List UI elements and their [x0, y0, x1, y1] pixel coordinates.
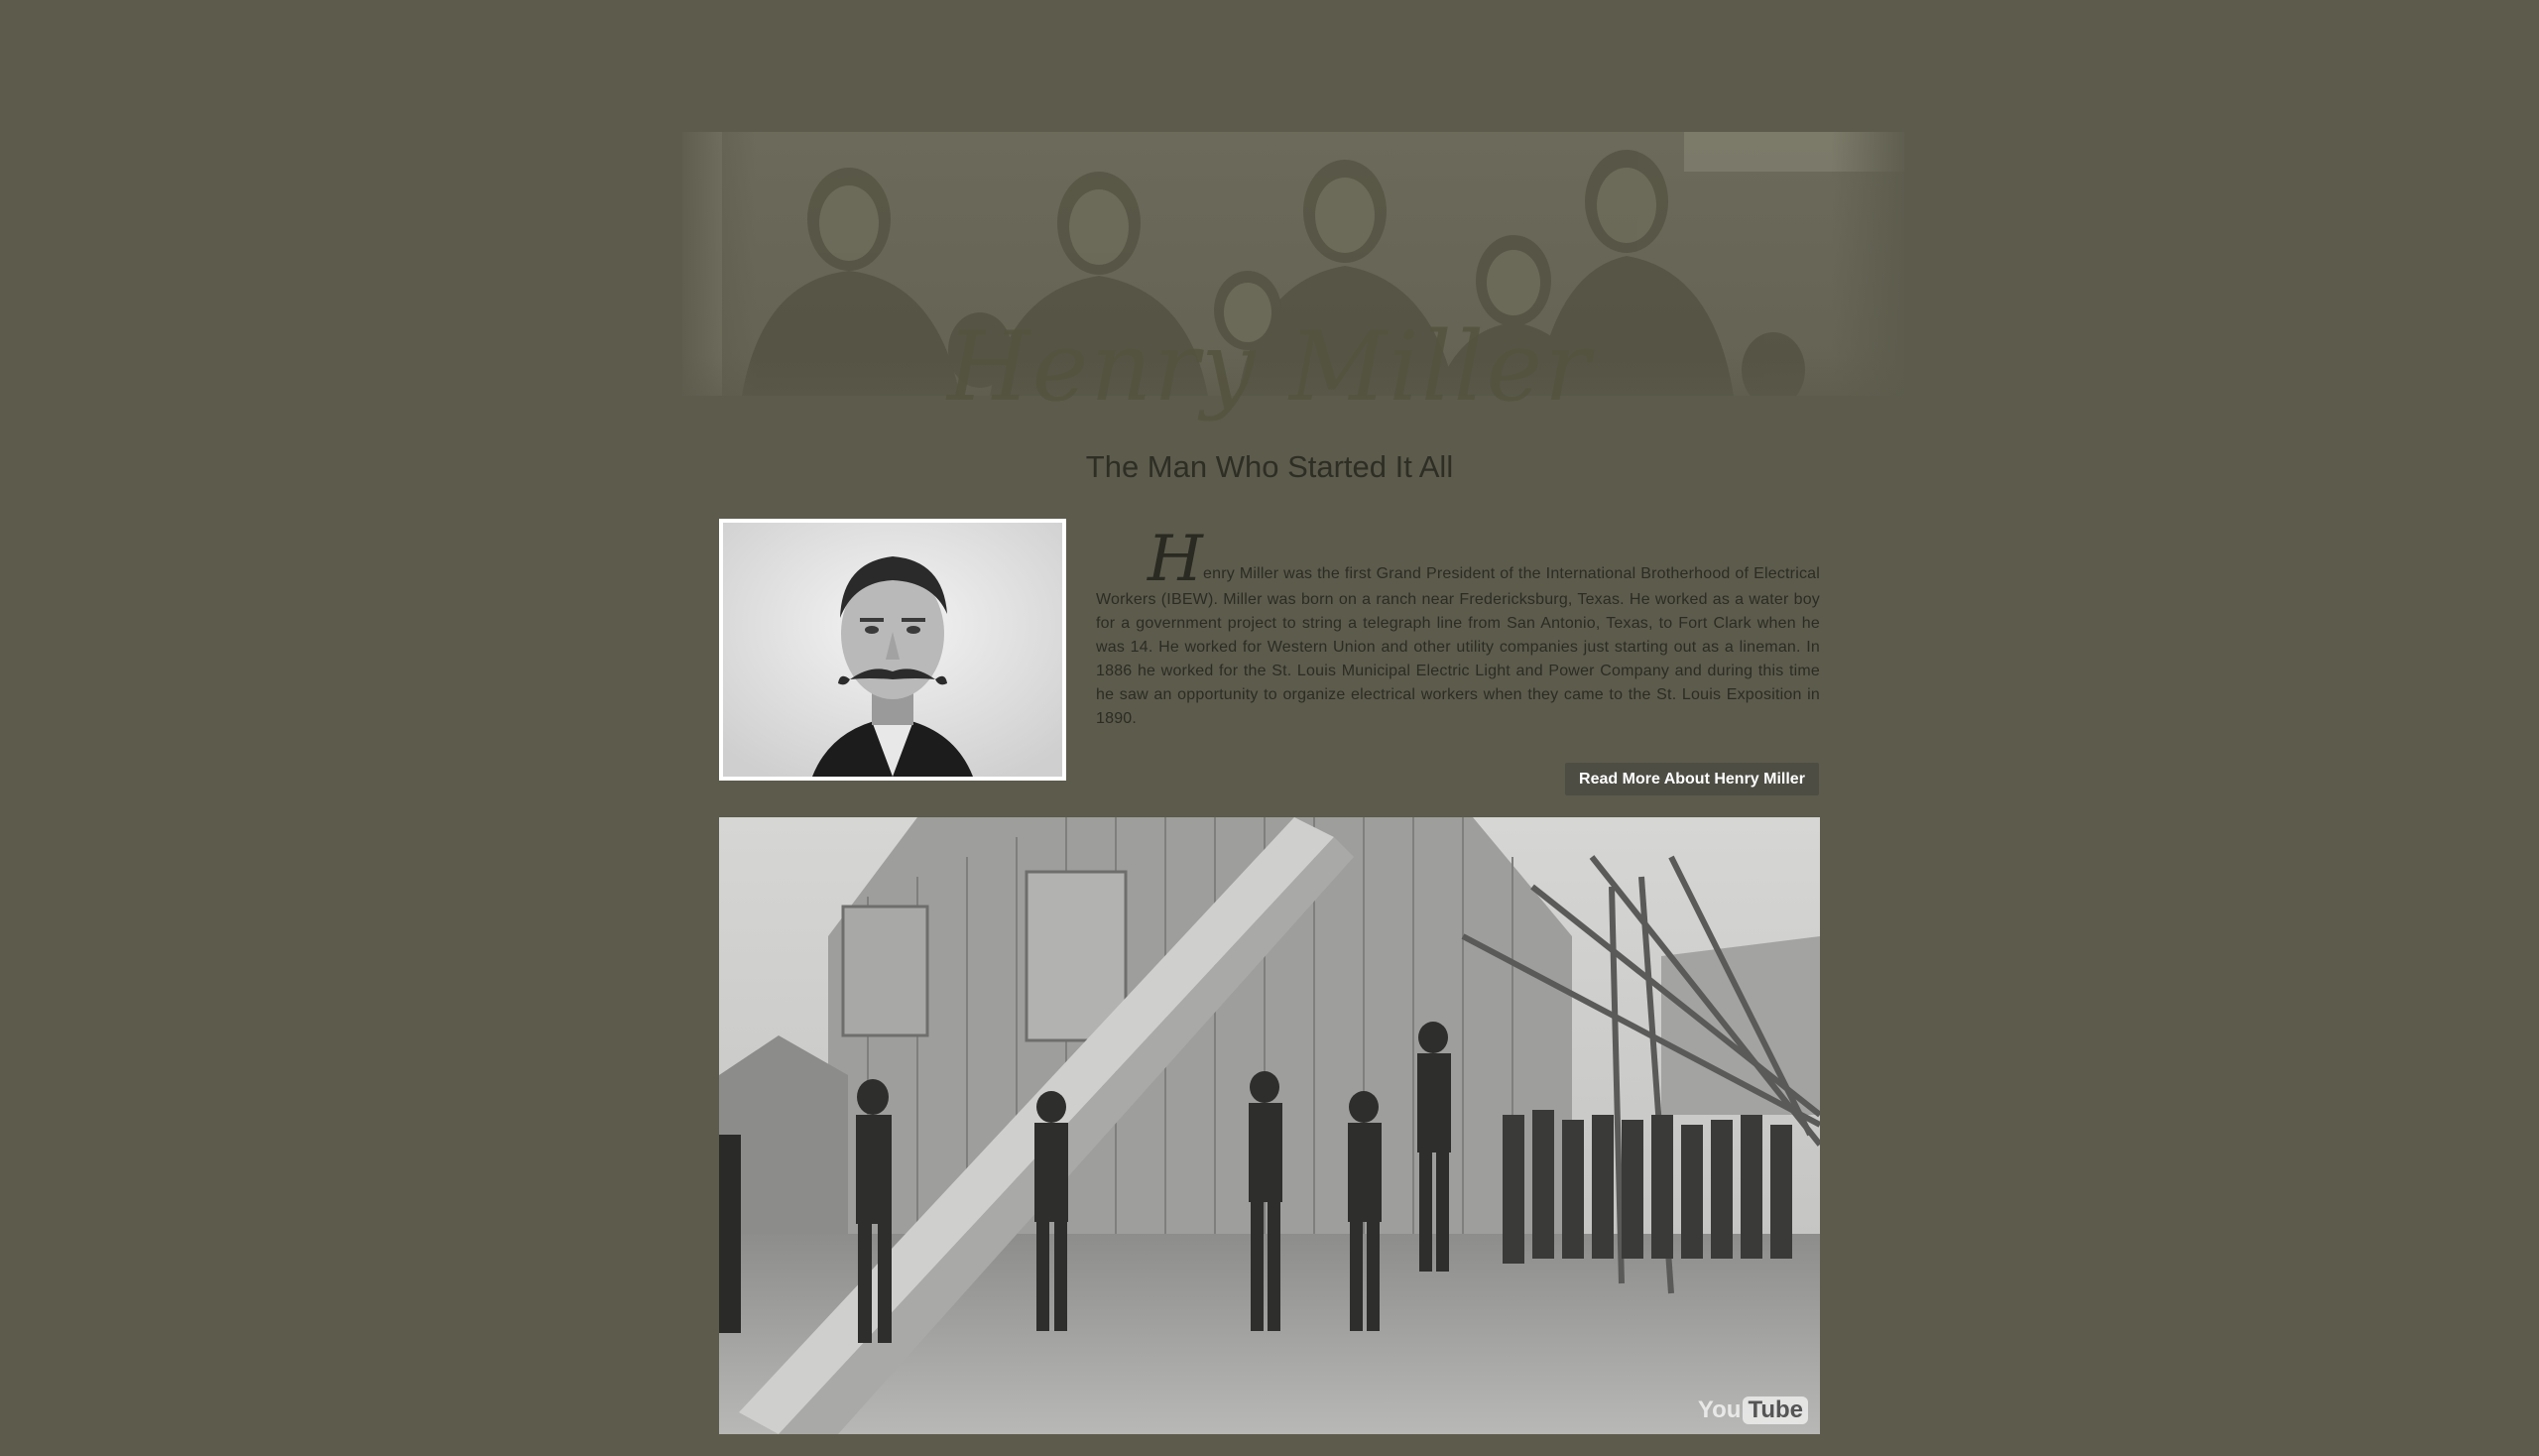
- portrait-photo: [723, 523, 1062, 777]
- video-thumbnail: [719, 817, 1820, 1434]
- page-subtitle: The Man Who Started It All: [1085, 449, 1454, 484]
- bio-dropcap: H: [1148, 523, 1204, 596]
- video-embed[interactable]: You Tube: [719, 817, 1820, 1434]
- youtube-logo-you: You: [1697, 1396, 1742, 1423]
- bio-text: enry Miller was the first Grand Presiden…: [1096, 565, 1820, 727]
- read-more-button[interactable]: Read More About Henry Miller: [1565, 763, 1819, 795]
- youtube-logo-tube: Tube: [1743, 1396, 1808, 1424]
- henry-miller-portrait: [719, 519, 1066, 781]
- bio-paragraph: Henry Miller was the first Grand Preside…: [1096, 528, 1820, 731]
- page-title: Henry Miller: [946, 311, 1593, 423]
- youtube-logo-icon[interactable]: You Tube: [1698, 1396, 1808, 1424]
